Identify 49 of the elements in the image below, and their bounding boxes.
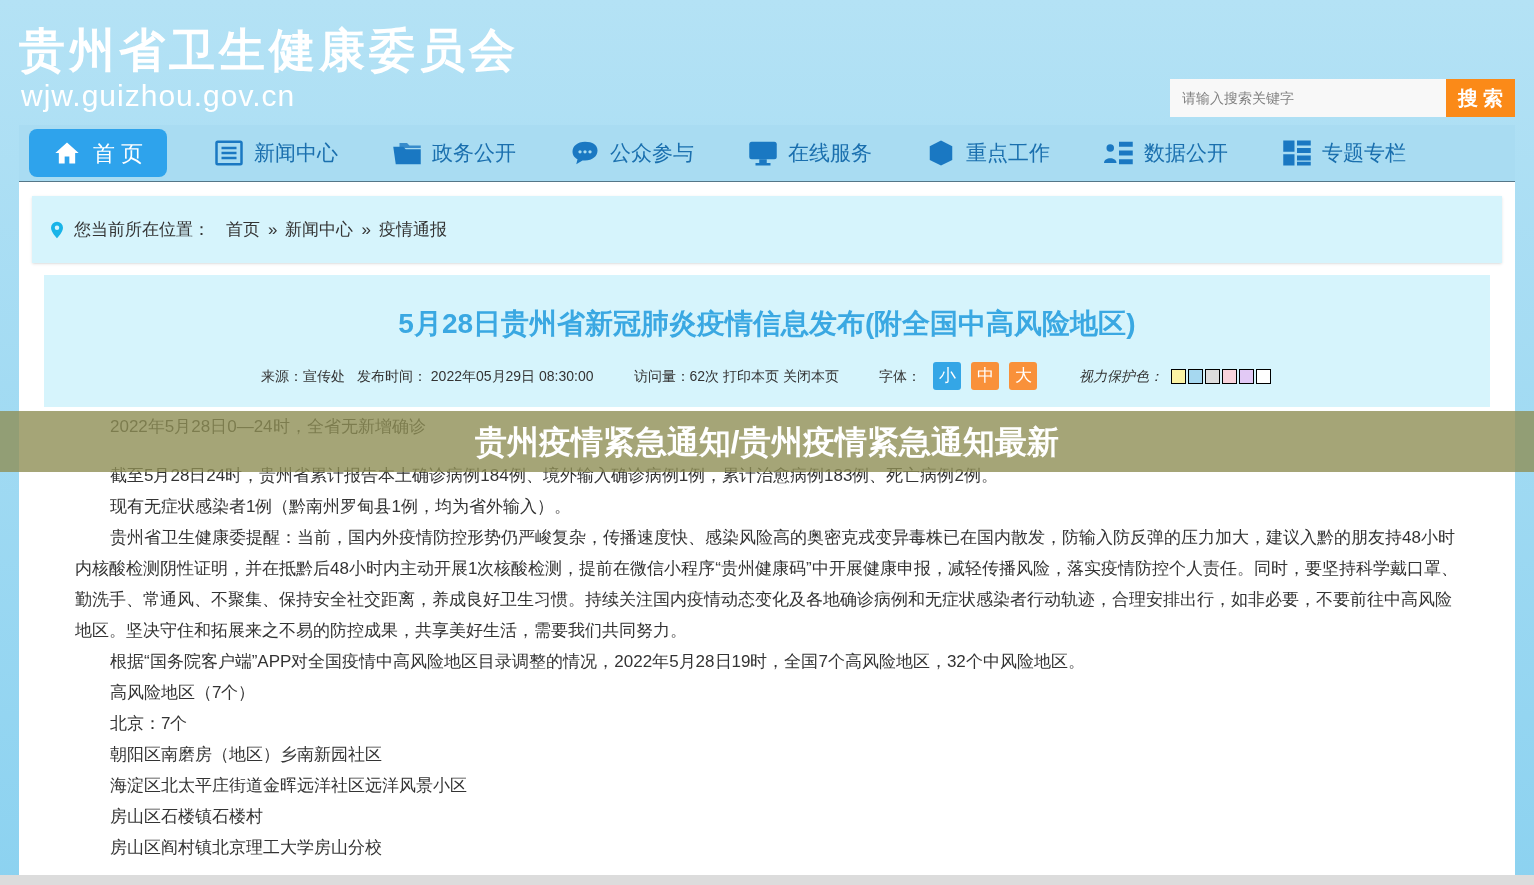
font-size-button[interactable]: 中 [971, 362, 1000, 390]
print-link[interactable]: 打印本页 [723, 365, 780, 387]
nav-tab[interactable]: 公众参与 [568, 129, 694, 177]
list-icon [212, 138, 246, 168]
article-paragraph: 海淀区北太平庄街道金晖远洋社区远洋风景小区 [109, 775, 467, 797]
color-swatch[interactable] [1239, 368, 1255, 384]
breadcrumb-separator: » [361, 218, 371, 241]
color-swatch[interactable] [1222, 368, 1238, 384]
nav-tab[interactable]: 新闻中心 [212, 129, 338, 177]
view-count: 访问量：62次 [633, 366, 720, 386]
breadcrumb-label: 您当前所在位置： [74, 218, 210, 241]
source-text: 来源：宣传处 [260, 366, 345, 386]
article-paragraph: 根据“国务院客户端”APP对全国疫情中高风险地区目录调整的情况，2022年5月28日19时，全国7个高风险地区，32个中风险地区。 [109, 651, 1085, 673]
article-paragraph: 朝阳区南磨房（地区）乡南新园社区 [109, 744, 382, 766]
color-swatch[interactable] [1256, 368, 1272, 384]
article-paragraph: 现有无症状感染者1例（黔南州罗甸县1例，均为省外输入）。 [109, 496, 571, 518]
breadcrumb-link[interactable]: 首页 [226, 216, 260, 243]
nav-tab[interactable]: 专题专栏 [1280, 129, 1406, 177]
article-paragraph: 高风险地区（7个） [109, 682, 256, 704]
font-size-label: 字体： [879, 366, 922, 386]
article-paragraph: 贵州省卫生健康委提醒：当前，国内外疫情防控形势仍严峻复杂，传播速度快、感染风险高的奥密克戎变异毒株已在国内散发，防输入防反弹的压力加大，建议入黔的朋友持48小时内核酸检测阴性证明，并在抵黔后48小时内主动开展1次核酸检测，提前在微信小程序“贵州健康码”中开展健康申报，减轻传播风险，落实疫情防控个人责任。同时，要坚持科学戴口罩、勤洗手、常通风、不聚集、保持安全社交距离，养成良好卫生习惯。持续关注国内疫情动态变化及各地确诊病例和无症状感染者行动轨迹，合理安排出行，如非必要，不要前往中高风险地区。坚决守住和拓展来之不易的防控成果，共享美好生活，需要我们共同努力。 [75, 527, 1459, 642]
article-paragraph: 北京：7个 [109, 713, 188, 735]
site-title: 贵州省卫生健康委员会 [19, 22, 519, 78]
nav-tab[interactable]: 政务公开 [390, 129, 516, 177]
article-paragraph: 房山区石楼镇石楼村 [109, 806, 263, 828]
nav-tab[interactable]: 在线服务 [746, 129, 872, 177]
horizontal-scrollbar[interactable] [0, 875, 1534, 885]
nav-tab[interactable]: 重点工作 [924, 129, 1050, 177]
publish-time: 发布时间： 2022年05月29日 08:30:00 [356, 366, 594, 386]
breadcrumb-link[interactable]: 疫情通报 [378, 216, 447, 243]
color-swatch[interactable] [1205, 368, 1221, 384]
article-paragraph: 房山区阎村镇北京理工大学房山分校 [109, 837, 382, 859]
site-domain: wjw.guizhou.gov.cn [21, 78, 297, 114]
banner-title: 贵州疫情紧急通知/贵州疫情紧急通知最新 [474, 423, 1060, 460]
nav-tab[interactable]: 数据公开 [1102, 129, 1228, 177]
article-title: 5月28日贵州省新冠肺炎疫情信息发布(附全国中高风险地区) [398, 307, 1136, 341]
font-size-button[interactable]: 小 [933, 362, 962, 390]
nav-tab[interactable]: 首 页 [29, 129, 167, 177]
close-link[interactable]: 关闭本页 [783, 365, 840, 387]
color-swatch[interactable] [1171, 368, 1187, 384]
grid-icon [1280, 138, 1314, 168]
color-swatch[interactable] [1188, 368, 1204, 384]
article-paragraph: 截至5月28日24时，贵州省累计报告本土确诊病例184例、境外输入确诊病例1例，累计治愈病例183例、死亡病例2例。 [109, 465, 998, 487]
font-size-button[interactable]: 大 [1009, 362, 1038, 390]
eye-care-label: 视力保护色： [1079, 366, 1164, 386]
search-button[interactable]: 搜 索 [1446, 79, 1515, 117]
breadcrumb-separator: » [268, 218, 278, 241]
breadcrumb-link[interactable]: 新闻中心 [285, 216, 354, 243]
search-field[interactable]: 请输入搜索关键字 [1170, 79, 1446, 117]
